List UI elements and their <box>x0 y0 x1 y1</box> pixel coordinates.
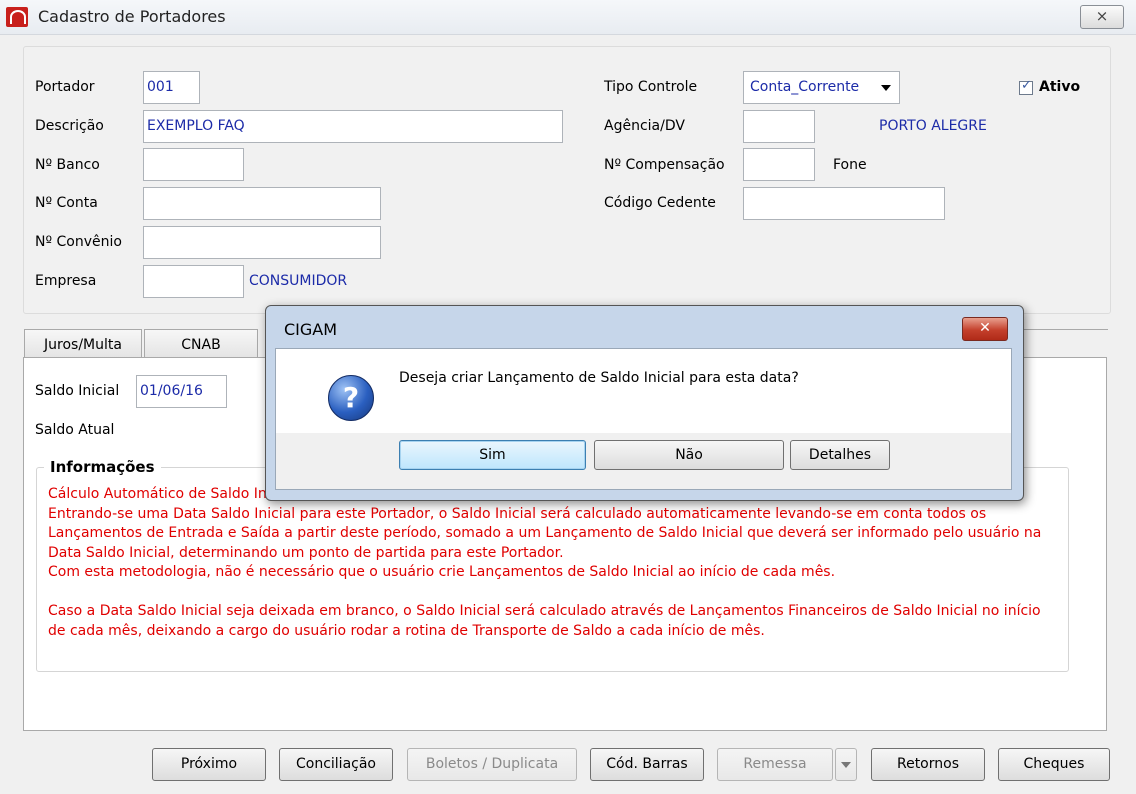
ativo-label: Ativo <box>1039 79 1081 95</box>
portador-label: Portador <box>35 79 95 95</box>
convenio-label: Nº Convênio <box>35 234 122 250</box>
detalhes-button[interactable]: Detalhes <box>790 440 890 470</box>
tipo-controle-label: Tipo Controle <box>604 79 698 95</box>
banco-label: Nº Banco <box>35 157 100 173</box>
descricao-input[interactable]: EXEMPLO FAQ <box>143 110 563 143</box>
remessa-button[interactable]: Remessa <box>717 748 833 781</box>
dropdown-arrow-icon[interactable] <box>881 85 891 91</box>
conciliacao-button[interactable]: Conciliação <box>279 748 393 781</box>
portador-input[interactable]: 001 <box>143 71 200 104</box>
dialog-body: ? Deseja criar Lançamento de Saldo Inici… <box>275 348 1012 490</box>
dialog-close-button[interactable]: ✕ <box>962 317 1008 341</box>
ativo-checkbox[interactable] <box>1019 78 1033 95</box>
tab-cnab[interactable]: CNAB <box>144 329 258 359</box>
info-line: Entrando-se uma Data Saldo Inicial para … <box>48 506 987 522</box>
window-title: Cadastro de Portadores <box>38 7 226 26</box>
retornos-button[interactable]: Retornos <box>871 748 985 781</box>
agencia-city: PORTO ALEGRE <box>879 118 987 134</box>
convenio-input[interactable] <box>143 226 381 259</box>
info-line: Data Saldo Inicial, determinando um pont… <box>48 545 564 561</box>
info-line: Lançamentos de Entrada e Saída a partir … <box>48 525 1042 541</box>
cedente-label: Código Cedente <box>604 195 716 211</box>
fone-label: Fone <box>833 157 867 173</box>
info-line: Com esta metodologia, não é necessário q… <box>48 564 836 580</box>
conta-label: Nº Conta <box>35 195 98 211</box>
cedente-input[interactable] <box>743 187 945 220</box>
saldo-inicial-label: Saldo Inicial <box>35 383 120 399</box>
confirm-dialog: CIGAM ✕ ? Deseja criar Lançamento de Sal… <box>265 305 1024 501</box>
empresa-name: CONSUMIDOR <box>249 273 348 289</box>
app-logo-icon <box>6 7 28 27</box>
info-line: Caso a Data Saldo Inicial seja deixada e… <box>48 603 1041 619</box>
compensacao-label: Nº Compensação <box>604 157 725 173</box>
conta-input[interactable] <box>143 187 381 220</box>
saldo-inicial-input[interactable]: 01/06/16 <box>136 375 227 408</box>
dialog-message: Deseja criar Lançamento de Saldo Inicial… <box>399 370 799 386</box>
empresa-input[interactable] <box>143 265 244 298</box>
cod-barras-button[interactable]: Cód. Barras <box>590 748 704 781</box>
dialog-title: CIGAM <box>284 320 338 339</box>
saldo-atual-label: Saldo Atual <box>35 422 115 438</box>
chevron-down-icon <box>841 762 851 768</box>
empresa-label: Empresa <box>35 273 97 289</box>
tipo-controle-value: Conta_Corrente <box>750 79 860 95</box>
agencia-input[interactable] <box>743 110 815 143</box>
sim-button[interactable]: Sim <box>399 440 586 470</box>
question-icon: ? <box>328 375 374 421</box>
info-line: Cálculo Automático de Saldo Ini <box>48 486 271 502</box>
cheques-button[interactable]: Cheques <box>998 748 1110 781</box>
dialog-button-bar: Sim Não Detalhes <box>276 433 1011 489</box>
descricao-label: Descrição <box>35 118 104 134</box>
remessa-dropdown-button[interactable] <box>835 748 857 781</box>
nao-button[interactable]: Não <box>594 440 784 470</box>
informacoes-title: Informações <box>44 458 161 476</box>
info-line: de cada mês, deixando a cargo do usuário… <box>48 623 765 639</box>
boletos-duplicata-button[interactable]: Boletos / Duplicata <box>407 748 577 781</box>
tab-juros-multa[interactable]: Juros/Multa <box>24 329 142 359</box>
window-close-button[interactable]: ⨯ <box>1080 5 1124 29</box>
tipo-controle-select[interactable]: Conta_Corrente <box>743 71 900 104</box>
compensacao-input[interactable] <box>743 148 815 181</box>
banco-input[interactable] <box>143 148 244 181</box>
agencia-label: Agência/DV <box>604 118 685 134</box>
tab-strip-filler <box>1020 329 1108 359</box>
proximo-button[interactable]: Próximo <box>152 748 266 781</box>
